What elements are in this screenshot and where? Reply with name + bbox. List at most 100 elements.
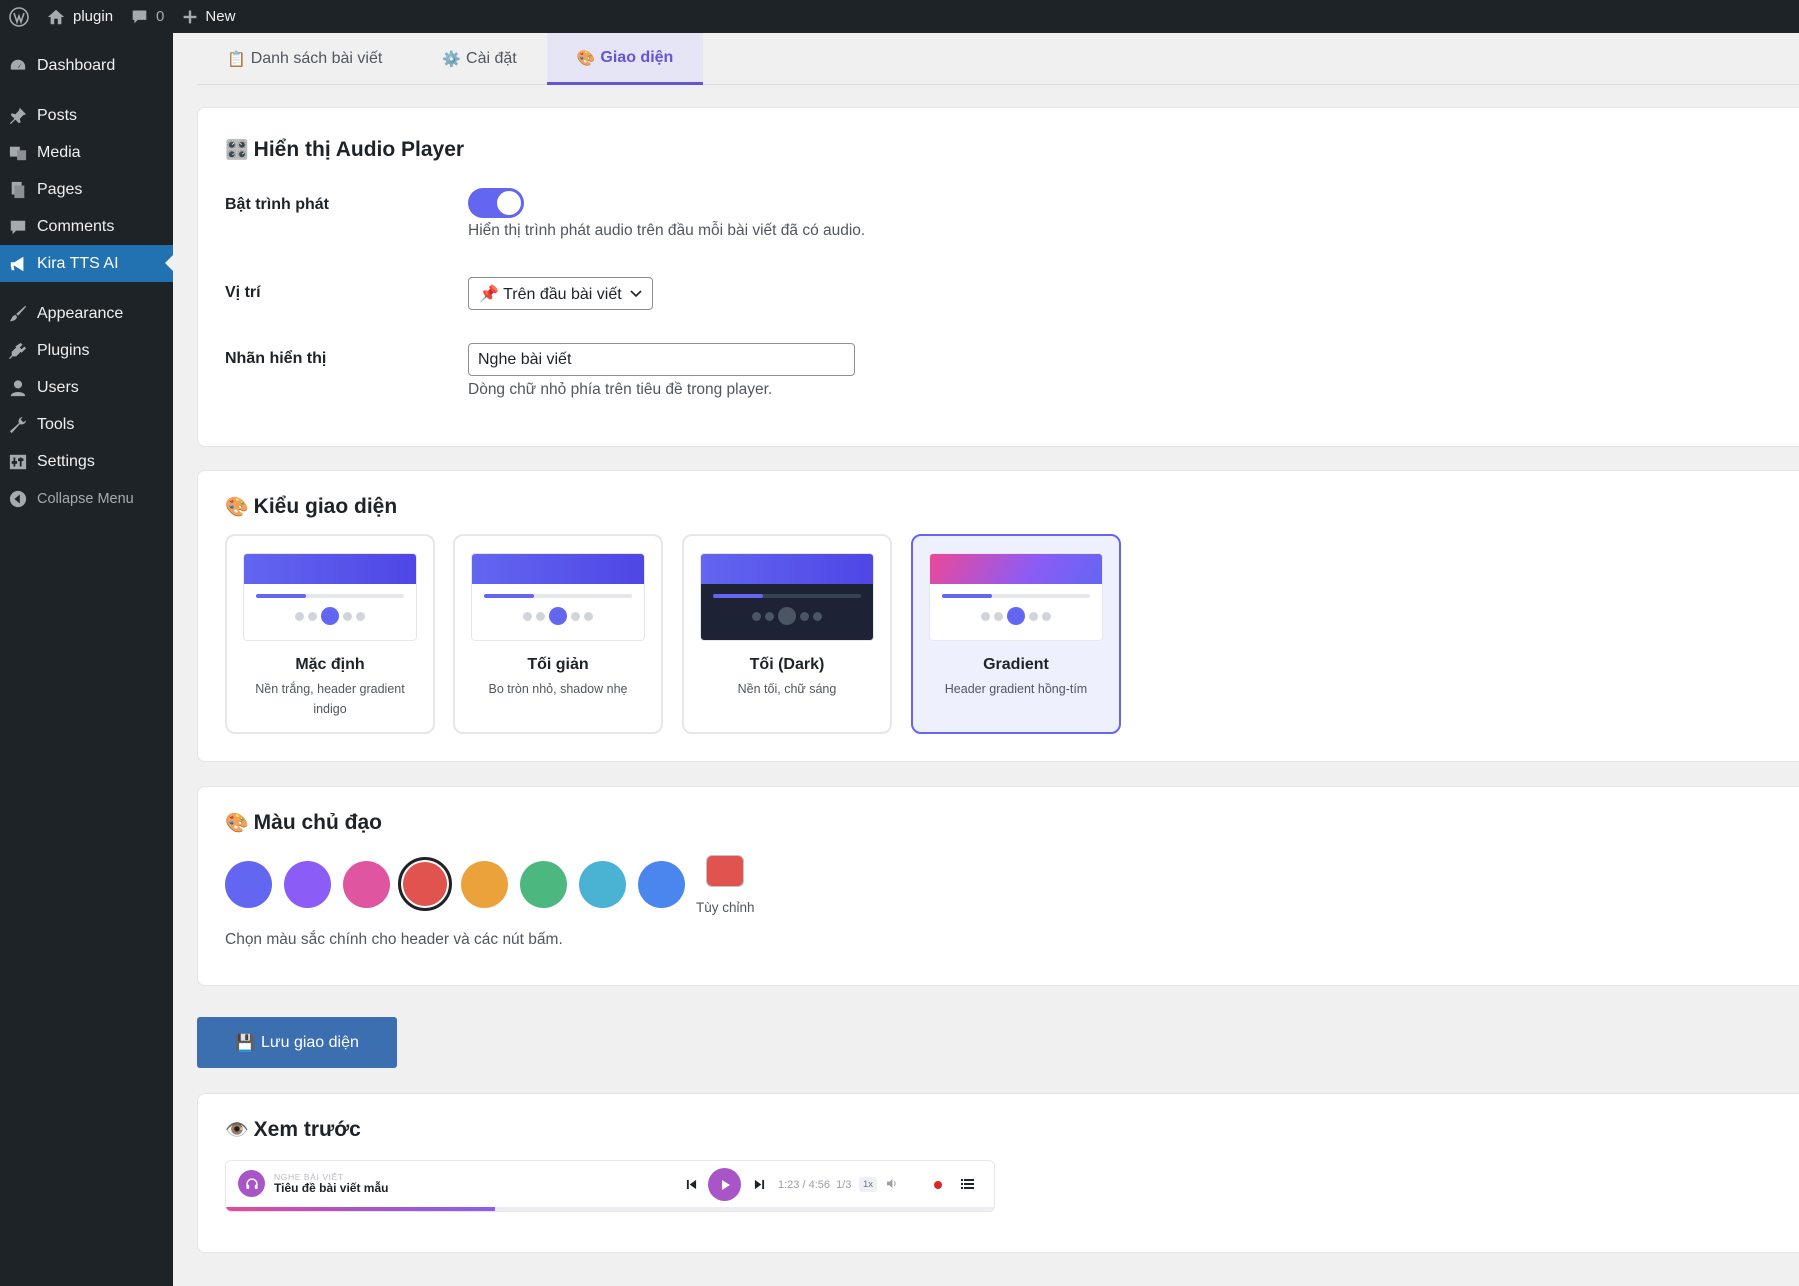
color-swatch[interactable] bbox=[578, 860, 626, 908]
enable-player-description: Hiển thị trình phát audio trên đầu mỗi b… bbox=[468, 222, 866, 239]
sidebar-item-label: Collapse Menu bbox=[37, 490, 134, 507]
new-content-link[interactable]: New bbox=[173, 0, 244, 33]
collapse-icon bbox=[8, 489, 28, 509]
palette-icon: 🎨 bbox=[576, 49, 596, 67]
sidebar-item-posts[interactable]: Posts bbox=[0, 97, 173, 134]
color-description: Chọn màu sắc chính cho header và các nút… bbox=[225, 931, 563, 948]
clipboard-icon: 📋 bbox=[227, 51, 246, 68]
volume-icon[interactable] bbox=[886, 1178, 897, 1189]
color-swatch[interactable] bbox=[519, 860, 567, 908]
theme-option-default[interactable]: Mặc định Nền trắng, header gradient indi… bbox=[225, 534, 435, 734]
plug-icon bbox=[8, 341, 28, 361]
main-content: 📋 Danh sách bài viết ⚙️ Cài đặt 🎨 Giao d… bbox=[197, 33, 1799, 1253]
audio-player-preview: NGHE BÀI VIẾT Tiêu đề bài viết mẫu 1:23 … bbox=[225, 1160, 995, 1212]
comments-link[interactable]: 0 bbox=[122, 0, 173, 33]
player-progress-bar[interactable] bbox=[226, 1207, 994, 1211]
playback-speed-button[interactable]: 1x bbox=[859, 1177, 878, 1192]
user-icon bbox=[8, 378, 28, 398]
color-swatch[interactable] bbox=[283, 860, 331, 908]
dashboard-icon bbox=[8, 56, 28, 76]
color-swatch[interactable] bbox=[224, 860, 272, 908]
tab-label: Danh sách bài viết bbox=[250, 50, 383, 67]
sidebar-item-kira-tts-ai[interactable]: Kira TTS AI bbox=[0, 245, 173, 282]
sidebar-item-plugins[interactable]: Plugins bbox=[0, 332, 173, 369]
wrench-icon bbox=[8, 415, 28, 435]
wordpress-logo-icon[interactable] bbox=[0, 0, 38, 33]
floppy-disk-icon: 💾 bbox=[235, 1034, 255, 1052]
tab-post-list[interactable]: 📋 Danh sách bài viết bbox=[197, 33, 412, 85]
sidebar-item-settings[interactable]: Settings bbox=[0, 443, 173, 480]
player-time-text: 1:23 / 4:56 bbox=[778, 1179, 830, 1191]
playlist-icon[interactable] bbox=[961, 1178, 974, 1189]
palette-icon: 🎨 bbox=[225, 813, 249, 834]
sidebar-item-pages[interactable]: Pages bbox=[0, 171, 173, 208]
admin-sidebar: Dashboard Posts Media Pages Comments Kir… bbox=[0, 33, 173, 1286]
card-title: 🎨 Kiểu giao diện bbox=[225, 495, 397, 519]
sidebar-item-appearance[interactable]: Appearance bbox=[0, 295, 173, 332]
settings-tabs: 📋 Danh sách bài viết ⚙️ Cài đặt 🎨 Giao d… bbox=[197, 33, 1799, 85]
theme-thumbnail bbox=[700, 553, 874, 641]
card-title-text: Xem trước bbox=[253, 1118, 361, 1141]
enable-player-toggle[interactable] bbox=[468, 188, 524, 218]
eye-icon: 👁️ bbox=[225, 1120, 249, 1141]
theme-description: Header gradient hồng-tím bbox=[944, 682, 1088, 696]
sidebar-item-dashboard[interactable]: Dashboard bbox=[0, 47, 173, 84]
collapse-menu-button[interactable]: Collapse Menu bbox=[0, 480, 173, 517]
tab-label: Cài đặt bbox=[466, 50, 517, 67]
sidebar-item-label: Posts bbox=[37, 106, 78, 124]
play-button[interactable] bbox=[708, 1168, 741, 1201]
theme-name: Tối (Dark) bbox=[749, 656, 825, 673]
plus-icon bbox=[182, 9, 198, 25]
custom-color-picker[interactable] bbox=[706, 855, 744, 887]
sidebar-item-label: Media bbox=[37, 143, 81, 161]
preview-card: 👁️ Xem trước NGHE BÀI VIẾT Tiêu đề bài v… bbox=[197, 1093, 1799, 1253]
display-label-description: Dòng chữ nhỏ phía trên tiêu đề trong pla… bbox=[468, 381, 773, 398]
sidebar-item-comments[interactable]: Comments bbox=[0, 208, 173, 245]
player-part: 1/3 bbox=[836, 1179, 852, 1191]
record-indicator-icon bbox=[934, 1181, 942, 1189]
color-swatch[interactable] bbox=[637, 860, 685, 908]
sidebar-item-label: Users bbox=[37, 378, 79, 396]
previous-track-icon[interactable] bbox=[686, 1179, 697, 1190]
color-swatch[interactable] bbox=[398, 857, 452, 911]
gear-icon: ⚙️ bbox=[442, 51, 462, 68]
sidebar-item-label: Comments bbox=[37, 217, 115, 235]
theme-description: Nền tối, chữ sáng bbox=[737, 682, 837, 696]
color-swatch[interactable] bbox=[460, 860, 508, 908]
brush-icon bbox=[8, 304, 28, 324]
enable-player-label: Bật trình phát bbox=[225, 196, 329, 213]
tab-appearance[interactable]: 🎨 Giao diện bbox=[546, 33, 704, 85]
next-track-icon[interactable] bbox=[754, 1179, 765, 1190]
card-title: 👁️ Xem trước bbox=[225, 1118, 361, 1142]
site-name: plugin bbox=[73, 8, 114, 25]
tab-label: Giao diện bbox=[600, 48, 674, 66]
sidebar-item-label: Plugins bbox=[37, 341, 90, 359]
site-name-link[interactable]: plugin bbox=[38, 0, 122, 33]
save-button-label: Lưu giao diện bbox=[261, 1033, 359, 1051]
comment-bubble-icon bbox=[131, 8, 148, 25]
home-icon bbox=[47, 8, 65, 26]
sidebar-item-label: Settings bbox=[37, 452, 95, 470]
display-label-input[interactable] bbox=[468, 343, 855, 376]
card-title-text: Hiển thị Audio Player bbox=[253, 138, 465, 161]
tab-settings[interactable]: ⚙️ Cài đặt bbox=[412, 33, 546, 85]
sidebar-item-tools[interactable]: Tools bbox=[0, 406, 173, 443]
theme-option-dark[interactable]: Tối (Dark) Nền tối, chữ sáng bbox=[682, 534, 892, 734]
palette-icon: 🎨 bbox=[225, 497, 249, 518]
settings-icon bbox=[8, 452, 28, 472]
sidebar-item-media[interactable]: Media bbox=[0, 134, 173, 171]
card-title-text: Màu chủ đạo bbox=[253, 811, 383, 834]
position-select[interactable]: 📌 Trên đầu bài viết bbox=[468, 277, 653, 310]
sidebar-item-label: Kira TTS AI bbox=[37, 254, 119, 272]
headphones-icon bbox=[238, 1170, 265, 1197]
theme-option-gradient[interactable]: Gradient Header gradient hồng-tím bbox=[911, 534, 1121, 734]
card-title: 🎨 Màu chủ đạo bbox=[225, 811, 382, 835]
color-swatch[interactable] bbox=[342, 860, 390, 908]
pin-icon bbox=[8, 106, 28, 126]
save-appearance-button[interactable]: 💾 Lưu giao diện bbox=[197, 1017, 397, 1068]
admin-bar: plugin 0 New bbox=[0, 0, 1799, 33]
theme-option-minimal[interactable]: Tối giản Bo tròn nhỏ, shadow nhẹ bbox=[453, 534, 663, 734]
sidebar-item-users[interactable]: Users bbox=[0, 369, 173, 406]
player-display-card: 🎛️ Hiển thị Audio Player Bật trình phát … bbox=[197, 107, 1799, 447]
pages-icon bbox=[8, 180, 28, 200]
